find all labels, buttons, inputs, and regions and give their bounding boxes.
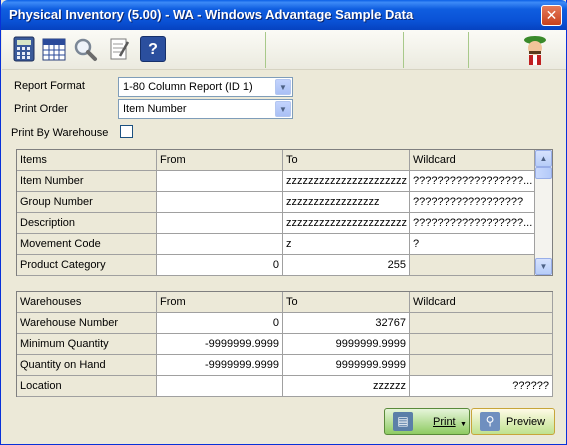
report-format-label: Report Format bbox=[14, 80, 85, 92]
row-label: Group Number bbox=[17, 192, 157, 213]
from-cell[interactable]: -9999999.9999 bbox=[157, 355, 283, 376]
from-cell[interactable]: -9999999.9999 bbox=[157, 334, 283, 355]
mascot-icon bbox=[520, 34, 550, 66]
from-cell[interactable] bbox=[157, 213, 283, 234]
to-cell[interactable]: 9999999.9999 bbox=[283, 355, 410, 376]
calculator-icon[interactable] bbox=[11, 36, 37, 62]
wildcard-cell bbox=[410, 313, 553, 334]
print-by-warehouse-label: Print By Warehouse bbox=[11, 127, 109, 139]
wildcard-cell[interactable]: ? bbox=[410, 234, 535, 255]
from-cell[interactable]: 0 bbox=[157, 255, 283, 276]
from-cell[interactable] bbox=[157, 192, 283, 213]
preview-magnifier-icon: ⚲ bbox=[480, 412, 500, 431]
items-vertical-scrollbar[interactable]: ▲ ▼ bbox=[535, 150, 552, 275]
grid-header: To bbox=[283, 292, 410, 313]
row-label: Quantity on Hand bbox=[17, 355, 157, 376]
print-order-value: Item Number bbox=[123, 103, 187, 115]
from-cell[interactable] bbox=[157, 234, 283, 255]
print-order-label: Print Order bbox=[14, 103, 68, 115]
grid-header: From bbox=[157, 150, 283, 171]
report-format-value: 1-80 Column Report (ID 1) bbox=[123, 81, 253, 93]
wildcard-cell bbox=[410, 355, 553, 376]
window-title: Physical Inventory (5.00) - WA - Windows… bbox=[9, 7, 414, 22]
toolbar: ? bbox=[2, 30, 566, 70]
to-cell[interactable]: zzzzzzzzzzzzzzzzzzzzzz bbox=[283, 171, 410, 192]
to-cell[interactable]: 255 bbox=[283, 255, 410, 276]
to-cell[interactable]: 32767 bbox=[283, 313, 410, 334]
print-by-warehouse-checkbox[interactable] bbox=[120, 125, 133, 138]
scroll-thumb[interactable] bbox=[535, 167, 552, 179]
row-label: Location bbox=[17, 376, 157, 397]
from-cell[interactable]: 0 bbox=[157, 313, 283, 334]
row-label: Warehouse Number bbox=[17, 313, 157, 334]
row-label: Description bbox=[17, 213, 157, 234]
report-format-select[interactable]: 1-80 Column Report (ID 1) ▼ bbox=[118, 77, 293, 97]
grid-header: Warehouses bbox=[17, 292, 157, 313]
to-cell[interactable]: zzzzzzzzzzzzzzzzz bbox=[283, 192, 410, 213]
to-cell[interactable]: 9999999.9999 bbox=[283, 334, 410, 355]
chevron-down-icon[interactable]: ▼ bbox=[460, 421, 467, 428]
notepad-icon[interactable] bbox=[106, 36, 132, 62]
scroll-up-icon[interactable]: ▲ bbox=[535, 150, 552, 167]
wildcard-cell[interactable]: ?????? bbox=[410, 376, 553, 397]
items-grid: Items From To Wildcard Item Number zzzzz… bbox=[16, 149, 553, 276]
calendar-icon[interactable] bbox=[41, 36, 67, 62]
warehouses-grid: Warehouses From To Wildcard Warehouse Nu… bbox=[16, 291, 553, 397]
print-button[interactable]: ▤ Print ▼ bbox=[384, 408, 470, 435]
preview-button-label: Preview bbox=[506, 416, 546, 428]
magnifier-icon[interactable] bbox=[72, 36, 98, 62]
grid-header: Wildcard bbox=[410, 150, 535, 171]
to-cell[interactable]: z bbox=[283, 234, 410, 255]
wildcard-cell bbox=[410, 334, 553, 355]
to-cell[interactable]: zzzzzzzzzzzzzzzzzzzzzz bbox=[283, 213, 410, 234]
title-bar[interactable]: Physical Inventory (5.00) - WA - Windows… bbox=[1, 0, 567, 30]
wildcard-cell bbox=[410, 255, 535, 276]
toolbar-separator bbox=[468, 32, 469, 68]
grid-header: From bbox=[157, 292, 283, 313]
grid-header: Wildcard bbox=[410, 292, 553, 313]
wildcard-cell[interactable]: ??????????????????... bbox=[410, 213, 535, 234]
print-order-select[interactable]: Item Number ▼ bbox=[118, 99, 293, 119]
to-cell[interactable]: zzzzzz bbox=[283, 376, 410, 397]
row-label: Item Number bbox=[17, 171, 157, 192]
chevron-down-icon[interactable]: ▼ bbox=[275, 79, 291, 95]
printer-icon: ▤ bbox=[393, 412, 413, 431]
close-button[interactable]: ✕ bbox=[541, 5, 562, 26]
row-label: Product Category bbox=[17, 255, 157, 276]
grid-header: To bbox=[283, 150, 410, 171]
grid-header: Items bbox=[17, 150, 157, 171]
help-glyph: ? bbox=[148, 41, 158, 58]
physical-inventory-window: Physical Inventory (5.00) - WA - Windows… bbox=[0, 0, 567, 445]
preview-button[interactable]: ⚲ Preview bbox=[471, 408, 555, 435]
scroll-down-icon[interactable]: ▼ bbox=[535, 258, 552, 275]
help-book-icon[interactable]: ? bbox=[140, 36, 166, 62]
from-cell[interactable] bbox=[157, 376, 283, 397]
toolbar-separator bbox=[403, 32, 404, 68]
chevron-down-icon[interactable]: ▼ bbox=[275, 101, 291, 117]
from-cell[interactable] bbox=[157, 171, 283, 192]
wildcard-cell[interactable]: ??????????????????... bbox=[410, 171, 535, 192]
row-label: Minimum Quantity bbox=[17, 334, 157, 355]
row-label: Movement Code bbox=[17, 234, 157, 255]
toolbar-separator bbox=[265, 32, 266, 68]
print-button-label: Print bbox=[433, 416, 456, 428]
wildcard-cell[interactable]: ?????????????????? bbox=[410, 192, 535, 213]
